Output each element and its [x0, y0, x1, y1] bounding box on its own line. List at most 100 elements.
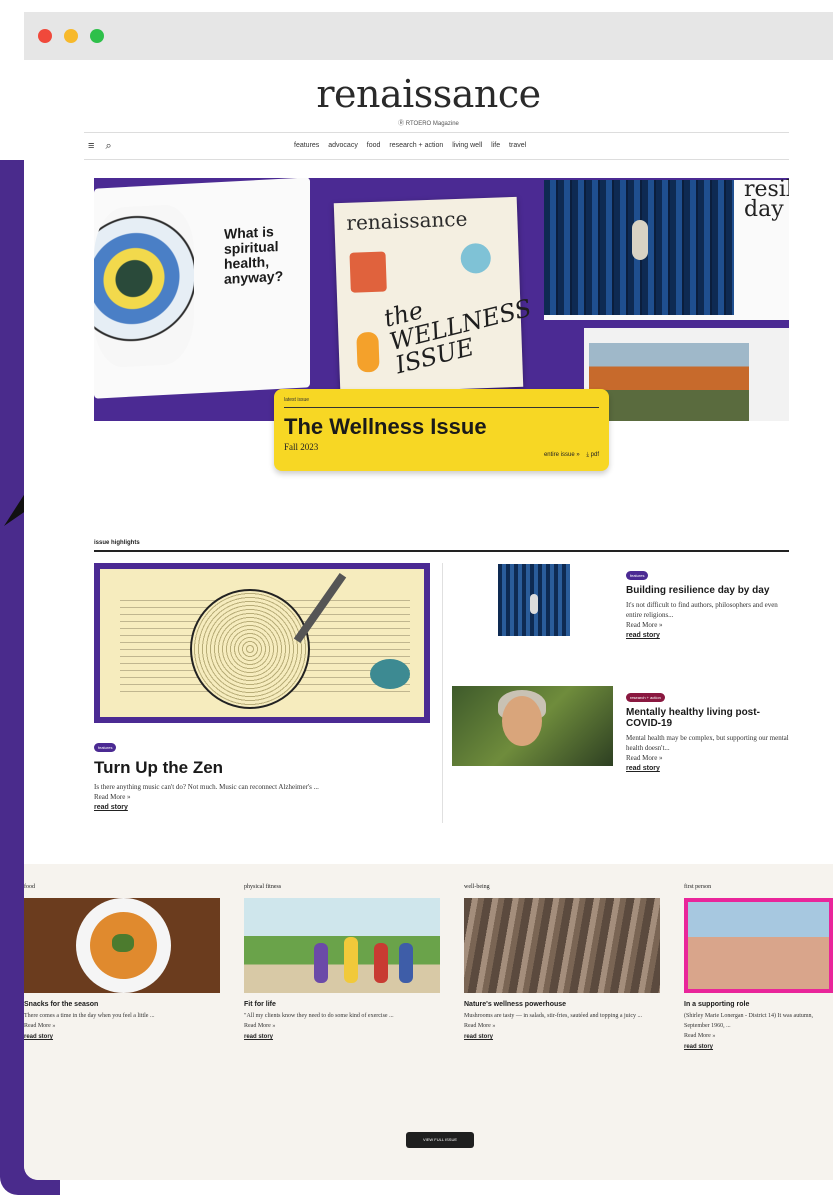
- side-title-resilience[interactable]: Building resilience day by day: [626, 585, 791, 596]
- person-figure: [344, 937, 358, 983]
- masthead: renaissance Ⓡ RTOERO Magazine: [24, 72, 833, 127]
- herb-garnish: [112, 934, 134, 952]
- feature-excerpt: Is there anything music can't do? Not mu…: [94, 783, 319, 791]
- resilience-thumbnail[interactable]: [498, 564, 570, 636]
- cover-title: renaissance: [346, 206, 468, 235]
- nav-tools: ≡ ⌕: [88, 140, 120, 153]
- issue-title[interactable]: The Wellness Issue: [284, 414, 599, 440]
- category-label[interactable]: first person: [684, 884, 833, 890]
- category-read-story[interactable]: read story: [684, 1041, 833, 1053]
- person-figure: [399, 943, 413, 983]
- category-title[interactable]: Nature's wellness powerhouse: [464, 1001, 660, 1008]
- flower-illustration: [356, 331, 380, 373]
- family-photo: [688, 902, 829, 989]
- feature-tag[interactable]: features: [94, 743, 117, 752]
- watering-can-illustration: [460, 242, 492, 274]
- first-person-image[interactable]: [684, 898, 833, 993]
- main-navbar: ≡ ⌕ features advocacy food research + ac…: [84, 132, 789, 160]
- category-title[interactable]: Fit for life: [244, 1001, 440, 1008]
- nav-link-research-action[interactable]: research + action: [389, 142, 443, 149]
- jumping-figure: [632, 220, 648, 260]
- feature-read-more[interactable]: Read More »: [94, 792, 430, 802]
- jump-rope-illustration: [544, 180, 734, 315]
- minimize-window-icon[interactable]: [64, 29, 78, 43]
- category-read-story[interactable]: read story: [244, 1031, 440, 1043]
- side-read-story-mental-health[interactable]: read story: [626, 763, 791, 775]
- search-icon[interactable]: ⌕: [105, 140, 111, 152]
- close-window-icon[interactable]: [38, 29, 52, 43]
- category-read-story[interactable]: read story: [24, 1031, 220, 1043]
- site-logo[interactable]: renaissance: [24, 72, 833, 116]
- category-read-more[interactable]: Read More »: [244, 1021, 440, 1031]
- issue-highlights-header: issue highlights: [94, 540, 789, 552]
- nav-links: features advocacy food research + action…: [294, 142, 533, 149]
- side-tag-features[interactable]: features: [626, 571, 649, 580]
- category-title[interactable]: In a supporting role: [684, 1001, 833, 1008]
- fitness-image[interactable]: [244, 898, 440, 993]
- turntable-illustration: [100, 569, 424, 717]
- category-excerpt: There comes a time in the day when you f…: [24, 1013, 155, 1019]
- issue-links: entire issue » ⤓ pdf: [544, 452, 599, 459]
- feature-title[interactable]: Turn Up the Zen: [94, 758, 430, 778]
- person-figure: [374, 943, 388, 983]
- soup-image[interactable]: [24, 898, 220, 993]
- zoom-window-icon[interactable]: [90, 29, 104, 43]
- issue-date: Fall 2023: [284, 442, 319, 452]
- nav-link-life[interactable]: life: [491, 142, 500, 149]
- nav-link-features[interactable]: features: [294, 142, 319, 149]
- swirl-illustration: [94, 203, 194, 369]
- side-tag-research[interactable]: research + action: [626, 693, 665, 702]
- nav-link-advocacy[interactable]: advocacy: [328, 142, 358, 149]
- category-read-more[interactable]: Read More »: [24, 1021, 220, 1031]
- category-label[interactable]: well-being: [464, 884, 660, 890]
- category-read-story[interactable]: read story: [464, 1031, 660, 1043]
- nav-link-travel[interactable]: travel: [509, 142, 526, 149]
- category-card-well-being: well-being Nature's wellness powerhouse …: [464, 884, 660, 1043]
- tree-illustration: [370, 659, 410, 689]
- mushroom-image[interactable]: [464, 898, 660, 993]
- magazine-spread-left: What is spiritual health, anyway?: [94, 178, 310, 399]
- side-title-mental-health[interactable]: Mentally healthy living post-COVID-19: [626, 707, 791, 729]
- entire-issue-link[interactable]: entire issue »: [544, 452, 580, 458]
- pdf-download-link[interactable]: ⤓ pdf: [586, 452, 599, 458]
- category-excerpt: "All my clients know they need to do som…: [244, 1013, 394, 1019]
- side-read-story-resilience[interactable]: read story: [626, 630, 791, 642]
- mental-health-thumbnail[interactable]: [452, 686, 613, 766]
- window-titlebar: [24, 12, 833, 60]
- magazine-spread-right: resilience day by: [544, 178, 789, 320]
- side-excerpt-resilience: It's not difficult to find authors, phil…: [626, 601, 778, 619]
- woman-face: [502, 696, 542, 746]
- category-read-more[interactable]: Read More »: [684, 1031, 833, 1041]
- feature-image[interactable]: [94, 563, 430, 723]
- hamburger-menu-icon[interactable]: ≡: [88, 140, 94, 152]
- latest-issue-card[interactable]: latest issue The Wellness Issue Fall 202…: [274, 389, 609, 471]
- nav-link-food[interactable]: food: [367, 142, 381, 149]
- view-full-issue-button[interactable]: VIEW FULL ISSUE: [406, 1132, 474, 1148]
- site-tagline: Ⓡ RTOERO Magazine: [398, 121, 459, 127]
- spread-left-headline: What is spiritual health, anyway?: [224, 223, 284, 287]
- category-card-fitness: physical fitness Fit for life "All my cl…: [244, 884, 440, 1043]
- book-illustration: [349, 251, 387, 293]
- side-read-more-resilience[interactable]: Read More »: [626, 620, 791, 630]
- side-excerpt-mental-health: Mental health may be complex, but suppor…: [626, 734, 789, 752]
- jumping-figure: [530, 594, 538, 614]
- feature-read-story[interactable]: read story: [94, 802, 430, 814]
- person-figure: [314, 943, 328, 983]
- magazine-cover: renaissance the WELLNESS ISSUE: [333, 196, 534, 394]
- category-card-first-person: first person In a supporting role (Shirl…: [684, 884, 833, 1053]
- feature-article: features Turn Up the Zen Is there anythi…: [94, 736, 430, 814]
- side-read-more-mental-health[interactable]: Read More »: [626, 753, 791, 763]
- category-band: food Snacks for the season There comes a…: [24, 864, 833, 1180]
- category-label[interactable]: physical fitness: [244, 884, 440, 890]
- category-title[interactable]: Snacks for the season: [24, 1001, 220, 1008]
- category-excerpt: (Shirley Marie Lonergan - District 14) I…: [684, 1013, 814, 1029]
- magazine-spread-bottom: [584, 328, 789, 421]
- record-disc: [190, 589, 310, 709]
- category-excerpt: Mushrooms are tasty — in salads, stir-fr…: [464, 1013, 643, 1019]
- category-label[interactable]: food: [24, 884, 220, 890]
- nav-link-living-well[interactable]: living well: [452, 142, 482, 149]
- category-read-more[interactable]: Read More »: [464, 1021, 660, 1031]
- column-divider: [442, 563, 443, 823]
- issue-label: latest issue: [284, 397, 599, 408]
- spread-right-headline: resilience day by: [744, 178, 789, 222]
